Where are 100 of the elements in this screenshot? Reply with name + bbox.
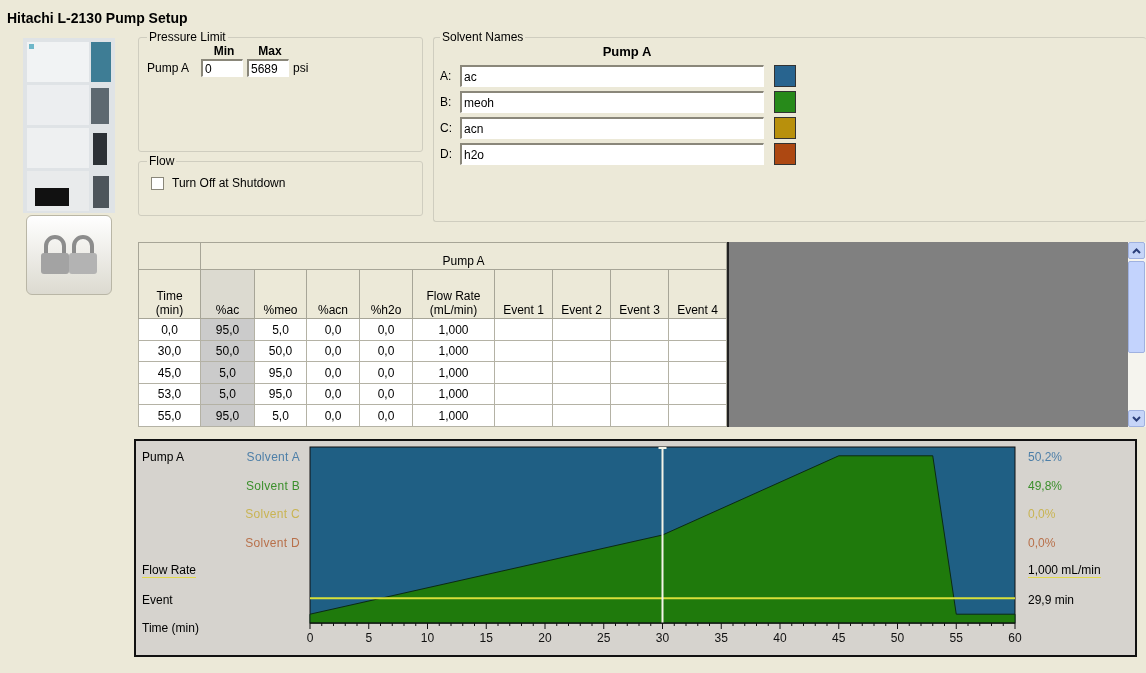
field-label: B: bbox=[440, 95, 453, 109]
tick-label: 30 bbox=[655, 631, 670, 645]
table-cell bbox=[610, 383, 669, 405]
legend-label: Solvent A bbox=[245, 450, 300, 465]
tick-label: 5 bbox=[365, 631, 373, 645]
tick-label: 20 bbox=[538, 631, 552, 645]
column-header[interactable]: %ac bbox=[200, 269, 255, 319]
solvent-name-field[interactable]: meoh bbox=[460, 91, 764, 113]
column-header[interactable]: %meo bbox=[254, 269, 307, 319]
legend-label: Solvent C bbox=[244, 507, 300, 522]
scroll-thumb[interactable] bbox=[1128, 261, 1145, 353]
solvent-name-field[interactable]: h2o bbox=[460, 143, 764, 165]
scroll-down-button[interactable] bbox=[1128, 410, 1145, 427]
table-cell: 0,0 bbox=[306, 383, 360, 405]
readout-value: 49,8% bbox=[1028, 478, 1063, 493]
table-cell: 1,000 bbox=[412, 404, 495, 427]
table-cell: 0,0 bbox=[306, 404, 360, 427]
min-field[interactable]: 0 bbox=[201, 59, 243, 77]
column-header[interactable]: Event 4 bbox=[668, 269, 727, 319]
solvent-name-field[interactable]: ac bbox=[460, 65, 764, 87]
column-header: Min bbox=[212, 44, 236, 58]
tick-label: 25 bbox=[597, 631, 611, 645]
table-cell: 53,0 bbox=[138, 383, 201, 405]
solvent-name-field[interactable]: acn bbox=[460, 117, 764, 139]
table-cell bbox=[494, 361, 553, 384]
table-cell: 5,0 bbox=[254, 404, 307, 427]
table-cell bbox=[668, 404, 727, 427]
legend-label: Event bbox=[142, 592, 174, 607]
table-cell bbox=[610, 404, 669, 427]
table-cell: 1,000 bbox=[412, 361, 495, 384]
field-label: A: bbox=[440, 69, 453, 83]
color-swatch[interactable] bbox=[774, 91, 796, 113]
column-header[interactable]: Flow Rate (mL/min) bbox=[412, 269, 495, 319]
table-cell bbox=[668, 318, 727, 341]
group-title: Solvent Names bbox=[441, 30, 525, 44]
color-swatch[interactable] bbox=[774, 65, 796, 87]
cursor-line[interactable] bbox=[657, 446, 668, 624]
readout-value: 50,2% bbox=[1028, 450, 1063, 465]
table-cell: 30,0 bbox=[138, 340, 201, 362]
readout-value: 0,0% bbox=[1028, 507, 1056, 522]
table-cell bbox=[494, 318, 553, 341]
table-cell bbox=[552, 340, 611, 362]
table-cell bbox=[610, 318, 669, 341]
table-cell: 0,0 bbox=[306, 318, 360, 341]
tick-label: 40 bbox=[773, 631, 787, 645]
column-group-header: Pump A bbox=[200, 242, 727, 270]
tick-label: 0 bbox=[306, 631, 314, 645]
column-header[interactable]: Time (min) bbox=[138, 269, 201, 319]
tick-label: 45 bbox=[832, 631, 846, 645]
table-cell bbox=[552, 383, 611, 405]
table-cell bbox=[610, 361, 669, 384]
column-header[interactable]: Event 2 bbox=[552, 269, 611, 319]
max-field[interactable]: 5689 bbox=[247, 59, 289, 77]
table-cell: 0,0 bbox=[359, 383, 413, 405]
column-header[interactable]: %acn bbox=[306, 269, 360, 319]
table-cell: 5,0 bbox=[254, 318, 307, 341]
axis-title: Time (min) bbox=[142, 621, 200, 636]
table-cell: 95,0 bbox=[254, 361, 307, 384]
group-title: Pressure Limit bbox=[148, 30, 227, 44]
column-header[interactable]: Event 3 bbox=[610, 269, 669, 319]
readout-value: 1,000 mL/min bbox=[1028, 564, 1101, 579]
table-cell bbox=[552, 318, 611, 341]
tick-label: 35 bbox=[714, 631, 728, 645]
group-title: Flow bbox=[148, 154, 176, 168]
tick-label: 50 bbox=[890, 631, 905, 645]
chevron-up-icon bbox=[1132, 247, 1141, 254]
unit-label: psi bbox=[293, 61, 310, 75]
table-cell: 45,0 bbox=[138, 361, 201, 384]
tick-label: 15 bbox=[479, 631, 493, 645]
table-cell: 1,000 bbox=[412, 383, 495, 405]
column-header[interactable]: Event 1 bbox=[494, 269, 553, 319]
table-cell: 0,0 bbox=[306, 340, 360, 362]
table-cell: 0,0 bbox=[359, 361, 413, 384]
table-cell: 0,0 bbox=[138, 318, 201, 341]
table-cell: 0,0 bbox=[359, 404, 413, 427]
table-cell bbox=[668, 383, 727, 405]
readout-value: 29,9 min bbox=[1028, 592, 1075, 607]
lock-icon bbox=[38, 234, 100, 276]
table-cell: 50,0 bbox=[254, 340, 307, 362]
color-swatch[interactable] bbox=[774, 117, 796, 139]
table-cell bbox=[552, 361, 611, 384]
color-swatch[interactable] bbox=[774, 143, 796, 165]
window-title: Hitachi L-2130 Pump Setup bbox=[6, 9, 188, 28]
legend-label: Flow Rate bbox=[142, 564, 197, 579]
field-label: C: bbox=[440, 121, 453, 135]
table-cell bbox=[552, 404, 611, 427]
checkbox[interactable] bbox=[151, 176, 164, 190]
tick-label: 60 bbox=[1008, 631, 1022, 645]
table-cell bbox=[494, 404, 553, 427]
tick-label: 55 bbox=[949, 631, 963, 645]
lock-button[interactable] bbox=[26, 215, 112, 295]
table-cell: 0,0 bbox=[359, 318, 413, 341]
table-cell bbox=[668, 361, 727, 384]
chevron-down-icon bbox=[1132, 415, 1141, 422]
scroll-up-button[interactable] bbox=[1128, 242, 1145, 259]
readout-value: 0,0% bbox=[1028, 535, 1056, 550]
table-cell: 1,000 bbox=[412, 318, 495, 341]
column-header: Pump A bbox=[601, 44, 653, 59]
column-header[interactable]: %h2o bbox=[359, 269, 413, 319]
table-cell: 95,0 bbox=[254, 383, 307, 405]
